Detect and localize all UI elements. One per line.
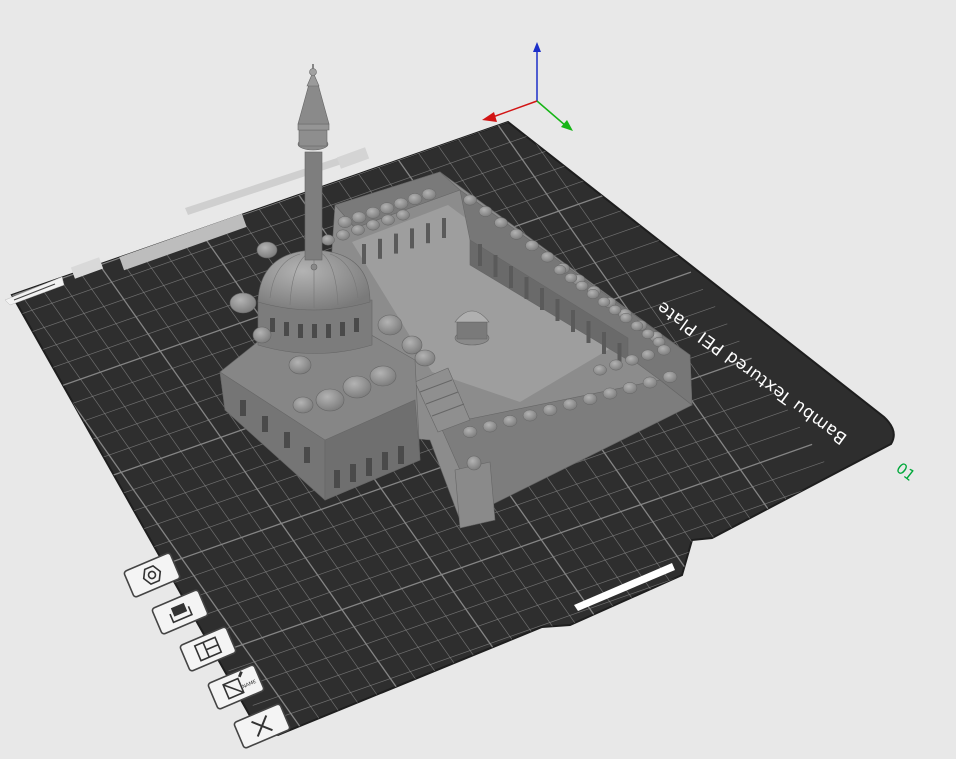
domelet [597,296,611,308]
domelet [562,398,578,411]
3d-viewport[interactable]: Bambu Textured PEI Plate 01 NAME [0,0,956,759]
domelet [396,209,410,221]
domelet [609,359,623,371]
column [410,228,414,249]
z-axis-arrow [533,42,541,52]
domelet [502,415,518,427]
remove-plate-button[interactable] [233,703,291,749]
domelet [321,234,335,246]
domelet [630,320,644,332]
domelet [365,206,381,219]
domelet [366,219,380,231]
domelet [522,409,538,422]
domelet [662,371,678,383]
fountain [454,310,490,346]
domelet [619,312,633,324]
domelet [540,251,555,263]
column [524,277,529,299]
domelet [641,349,655,361]
axes-gizmo [482,42,573,131]
domelet [602,387,618,400]
column [571,310,575,332]
domelet [575,280,589,292]
domelet [582,393,598,405]
column [394,233,398,254]
domelet [542,404,558,416]
column [426,223,430,244]
column [602,332,606,354]
domelet [337,216,353,228]
domelet [379,202,395,215]
column [493,255,498,277]
y-axis-arrow [561,120,573,131]
x-axis-arrow [482,112,497,122]
auto-orient-button[interactable] [123,552,181,598]
y-axis [536,100,567,127]
domelet [421,188,437,201]
domelet [641,328,655,340]
domelet [351,224,365,236]
domelet [525,240,539,252]
column [555,299,560,321]
domelet [494,217,508,229]
domelet [564,272,578,284]
domelet [336,229,350,241]
domelet [463,194,477,206]
domelet [393,197,409,210]
column [442,218,446,238]
domelet [586,288,600,300]
column [509,266,513,288]
column [362,244,366,264]
column [478,244,482,266]
domelet [622,382,638,394]
x-axis [489,100,538,119]
domelet [482,420,498,433]
column [378,238,382,259]
domelet [407,193,423,205]
domelet [381,214,395,226]
domelet [509,228,524,240]
domelet [351,211,367,224]
column [586,321,591,343]
domelet [642,376,658,389]
domelet [625,354,639,366]
plate-index[interactable]: 01 [893,459,919,485]
column [540,288,544,310]
domelet [478,205,493,217]
domelet [553,264,567,276]
domelet [657,344,671,356]
domelet [608,304,622,316]
domelet [462,426,478,438]
domelet [593,364,607,376]
